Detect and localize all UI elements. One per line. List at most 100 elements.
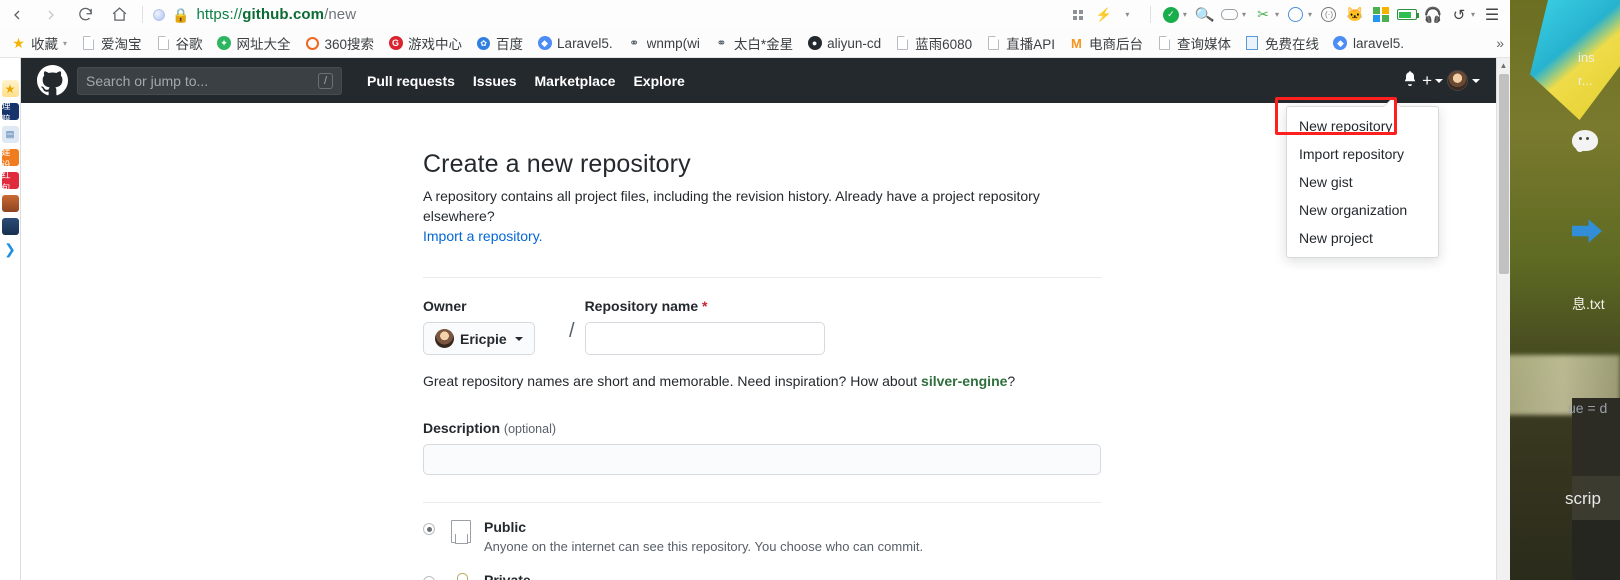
bookmark-item[interactable]: M 电商后台 xyxy=(1062,31,1150,55)
chevron-down-icon[interactable]: ▾ xyxy=(1471,10,1475,19)
page-scrollbar[interactable]: ▲ xyxy=(1496,58,1510,580)
new-repository-form: Create a new repository A repository con… xyxy=(423,150,1101,580)
search-input[interactable]: Search or jump to... / xyxy=(77,66,342,95)
lightning-icon[interactable]: ⚡ xyxy=(1092,3,1116,27)
rail-item-arrow[interactable]: ❯ xyxy=(1,241,19,258)
chevron-down-icon[interactable]: ▾ xyxy=(1183,10,1187,19)
bookmark-item[interactable]: 爱淘宝 xyxy=(74,31,149,55)
radio-public[interactable] xyxy=(423,523,435,535)
undo-icon[interactable]: ↺ xyxy=(1447,3,1471,27)
chevron-down-icon[interactable]: ▾ xyxy=(1308,10,1312,19)
bookmark-item[interactable]: 360搜索 xyxy=(298,31,382,55)
visibility-option-private[interactable]: Private You choose who can see and commi… xyxy=(423,572,1101,580)
desktop-window-band xyxy=(1572,520,1620,580)
lock-icon: 🔒 xyxy=(172,6,190,23)
bookmark-item[interactable]: ◆ Laravel5. xyxy=(530,34,620,53)
bookmark-item[interactable]: 免费在线 xyxy=(1238,31,1326,55)
rail-item-blue[interactable]: 理赔 xyxy=(1,103,19,120)
bookmark-item[interactable]: ◆ laravel5. xyxy=(1326,34,1411,53)
chevron-down-icon[interactable]: ▾ xyxy=(1242,10,1246,19)
reload-icon[interactable] xyxy=(68,0,102,29)
address-bar[interactable]: 🔒 https://github.com/new xyxy=(153,6,1066,23)
wechat-bubble-icon xyxy=(1572,130,1598,152)
back-arrow-icon[interactable] xyxy=(0,0,34,29)
blue-globe-icon[interactable] xyxy=(1284,3,1308,27)
bookmark-item[interactable]: 查询媒体 xyxy=(1150,31,1238,55)
qr-code-icon[interactable] xyxy=(1066,3,1090,27)
bookmark-item[interactable]: ★ 收藏 ▾ xyxy=(4,31,74,55)
main-content: Create a new repository A repository con… xyxy=(21,103,1496,580)
bookmark-item[interactable]: ⚭ 太白*金星 xyxy=(707,31,800,55)
github-mark-icon[interactable] xyxy=(37,65,68,96)
nav-marketplace[interactable]: Marketplace xyxy=(535,73,616,89)
forward-arrow-icon[interactable] xyxy=(34,0,68,29)
owner-field: Owner Ericpie xyxy=(423,298,559,355)
bookmarks-overflow-button[interactable]: » xyxy=(1496,35,1504,51)
nav-explore[interactable]: Explore xyxy=(633,73,684,89)
chevron-down-icon[interactable]: ▾ xyxy=(1275,10,1279,19)
document-icon xyxy=(1157,36,1172,51)
radio-private[interactable] xyxy=(423,576,435,580)
description-label-text: Description xyxy=(423,420,501,436)
scrollbar-thumb[interactable] xyxy=(1499,74,1509,274)
page-lead-text: A repository contains all project files,… xyxy=(423,188,1040,224)
nav-issues[interactable]: Issues xyxy=(473,73,517,89)
chevron-down-icon[interactable]: ▾ xyxy=(1118,3,1142,27)
menu-item-new-organization[interactable]: New organization xyxy=(1287,196,1438,224)
home-icon[interactable] xyxy=(102,0,136,29)
rail-item-star[interactable]: ★ xyxy=(1,80,19,97)
url-path: /new xyxy=(324,6,357,23)
owner-label: Owner xyxy=(423,298,467,314)
battery-icon[interactable] xyxy=(1395,3,1419,27)
bookmark-item[interactable]: ✿ 百度 xyxy=(469,31,530,55)
repository-name-input[interactable] xyxy=(584,322,825,355)
magnifier-icon[interactable]: 🔍 xyxy=(1192,3,1216,27)
scissors-icon[interactable]: ✂ xyxy=(1251,3,1275,27)
bookmark-label: 谷歌 xyxy=(175,37,203,52)
bookmark-item[interactable]: ✦ 网址大全 xyxy=(210,31,298,55)
rail-item-thumb1[interactable] xyxy=(1,195,19,212)
bookmark-item[interactable]: 谷歌 xyxy=(149,31,210,55)
bookmark-label: aliyun-cd xyxy=(827,35,882,51)
gamepad-icon[interactable] xyxy=(1218,3,1242,27)
rail-item-doc[interactable]: ▤ xyxy=(1,126,19,143)
desktop-text-ir: r... xyxy=(1578,73,1593,88)
rail-item-thumb2[interactable] xyxy=(1,218,19,235)
repository-name-hint: Great repository names are short and mem… xyxy=(423,373,1101,389)
document-icon xyxy=(895,36,910,51)
avatar[interactable] xyxy=(1447,70,1480,91)
circle-icon[interactable]: (·) xyxy=(1317,3,1341,27)
calculator-icon xyxy=(1245,36,1260,51)
rail-item-red[interactable]: 红包 xyxy=(1,172,19,189)
menu-item-new-repository[interactable]: New repository xyxy=(1287,112,1438,140)
bookmark-item[interactable]: 直播API xyxy=(979,31,1062,55)
bookmark-item[interactable]: ● aliyun-cd xyxy=(800,34,888,53)
menu-item-import-repository[interactable]: Import repository xyxy=(1287,140,1438,168)
nav-pull-requests[interactable]: Pull requests xyxy=(367,73,455,89)
url-text: https://github.com/new xyxy=(196,6,356,23)
import-repository-link[interactable]: Import a repository. xyxy=(423,228,543,244)
owner-select-button[interactable]: Ericpie xyxy=(423,322,535,355)
bookmark-item[interactable]: 蓝雨6080 xyxy=(888,31,979,55)
cat-icon[interactable]: 🐱 xyxy=(1343,3,1367,27)
menu-item-new-gist[interactable]: New gist xyxy=(1287,168,1438,196)
scroll-up-arrow-icon[interactable]: ▲ xyxy=(1497,58,1510,72)
create-new-dropdown-menu: New repository Import repository New gis… xyxy=(1286,106,1439,258)
plus-icon[interactable]: + xyxy=(1422,71,1443,91)
bookmark-label: 360搜索 xyxy=(324,37,375,52)
bookmark-item[interactable]: G 游戏中心 xyxy=(381,31,469,55)
description-input[interactable] xyxy=(423,444,1101,475)
notification-bell-icon[interactable] xyxy=(1402,70,1418,91)
bookmark-item[interactable]: ⚭ wnmp(wi xyxy=(620,34,707,53)
menu-item-new-project[interactable]: New project xyxy=(1287,224,1438,252)
visibility-option-public[interactable]: Public Anyone on the internet can see th… xyxy=(423,519,1101,554)
hamburger-menu-icon[interactable]: ☰ xyxy=(1480,3,1504,27)
visibility-public-title: Public xyxy=(484,519,527,535)
headphones-icon[interactable]: 🎧 xyxy=(1421,3,1445,27)
url-scheme: https:// xyxy=(196,6,243,23)
bookmark-label: 太白*金星 xyxy=(733,37,794,52)
site-identity-icon xyxy=(153,8,165,21)
color-grid-icon[interactable] xyxy=(1369,3,1393,27)
green-shield-icon[interactable]: ✓ xyxy=(1159,3,1183,27)
rail-item-orange[interactable]: 建设 xyxy=(1,149,19,166)
